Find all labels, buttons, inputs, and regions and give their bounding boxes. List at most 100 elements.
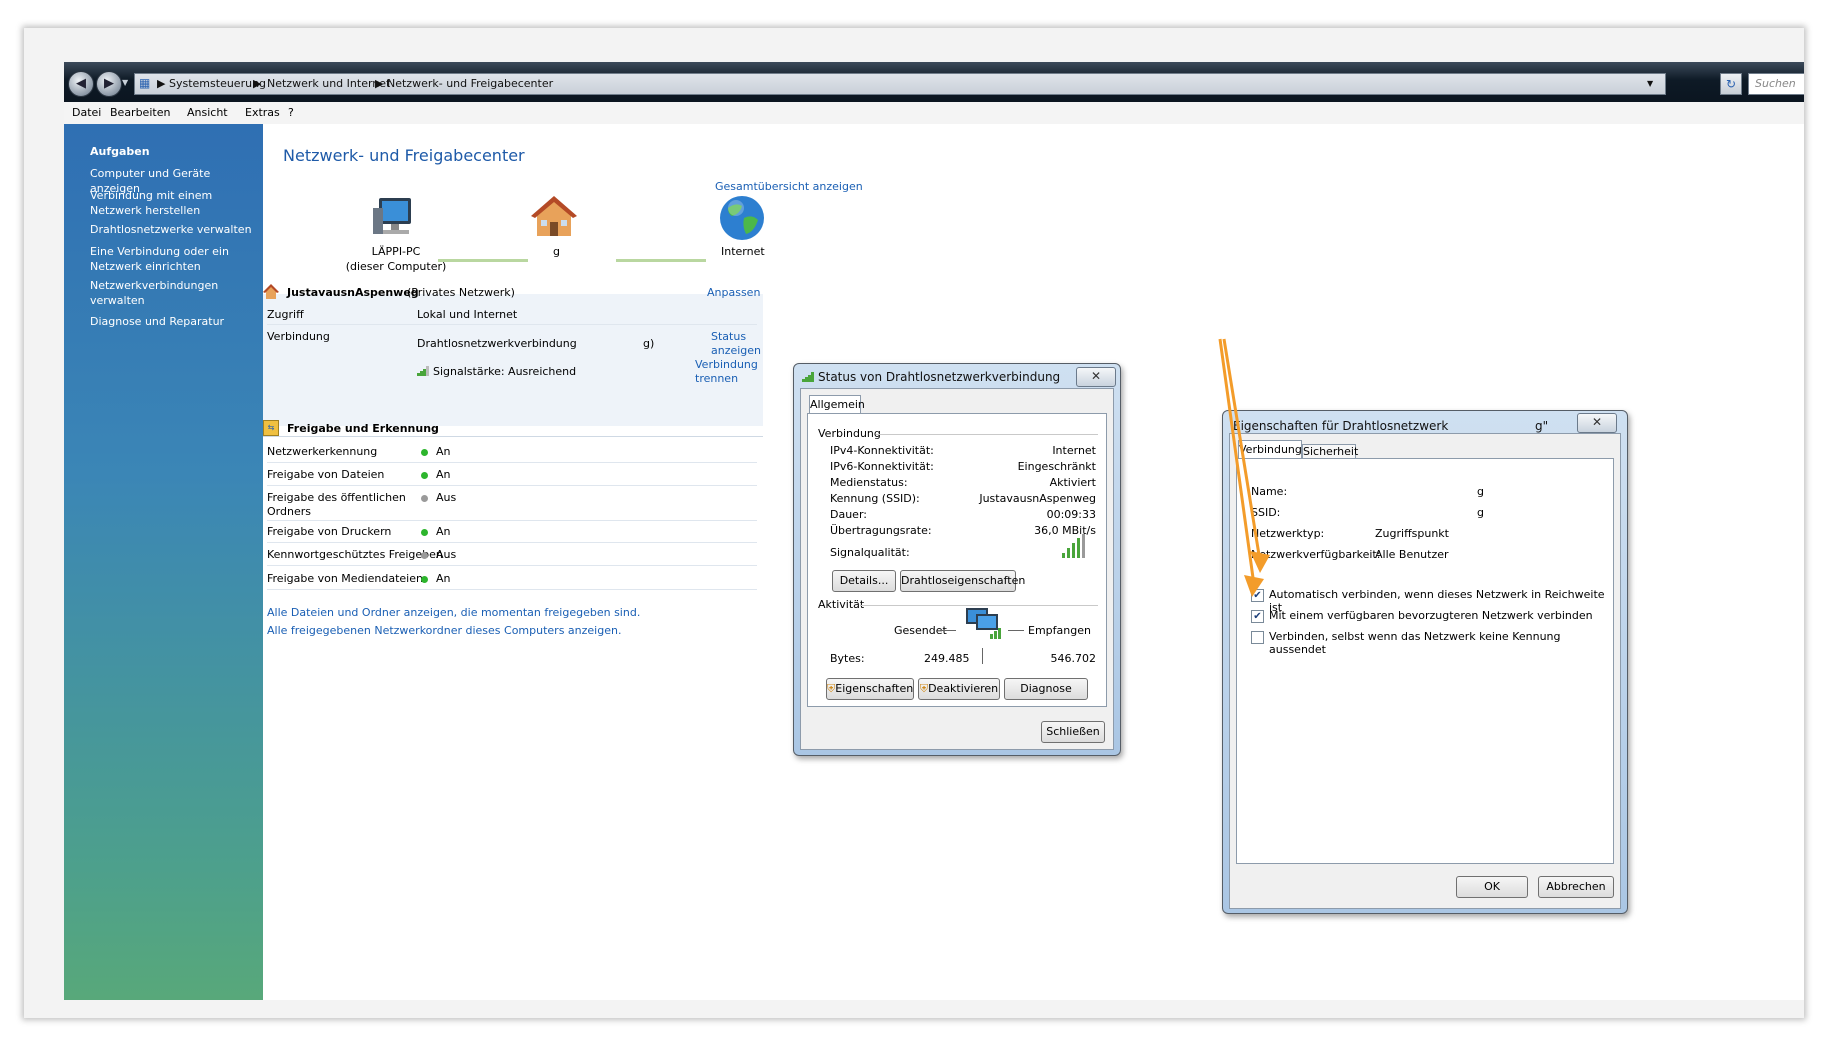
signal-strength: Signalstärke: Ausreichend (433, 365, 577, 378)
tab-panel: Name: g SSID: g Netzwerktyp: Zugriffspun… (1236, 458, 1614, 864)
field-label: IPv4-Konnektivität: (830, 444, 934, 457)
shared-files-link[interactable]: Alle Dateien und Ordner anzeigen, die mo… (267, 606, 640, 619)
breadcrumb-separator: ▶ (375, 77, 384, 90)
menu-edit[interactable]: Bearbeiten (110, 106, 170, 119)
menu-view[interactable]: Ansicht (187, 106, 228, 119)
status-on-icon (421, 575, 428, 583)
field-value: 00:09:33 (1046, 508, 1096, 521)
diagnose-button[interactable]: Diagnose (1004, 678, 1088, 700)
link-line (616, 259, 706, 262)
disconnect-link[interactable]: Verbindung trennen (695, 358, 758, 386)
refresh-button[interactable]: ↻ (1720, 73, 1742, 95)
sharing-row-status[interactable]: An (421, 468, 451, 481)
shield-icon: ⛨ (827, 682, 836, 695)
hidden-network-checkbox[interactable] (1251, 631, 1264, 644)
arrow-line (1222, 338, 1262, 562)
sharing-row-label: Freigabe von Dateien (267, 468, 385, 481)
dialog-title: Status von Drahtlosnetzwerkverbindung (818, 370, 1061, 384)
sidebar-item-connect[interactable]: Verbindung mit einem Netzwerk herstellen (90, 188, 220, 218)
field-label: Netzwerkverfügbarkeit: (1251, 548, 1381, 561)
shield-icon: ⛨ (919, 682, 929, 695)
address-dropdown-icon[interactable]: ▼ (1647, 79, 1653, 88)
wireless-properties-button[interactable]: Drahtloseigenschaften (900, 570, 1025, 592)
arrow-line (1218, 338, 1256, 586)
annotation-arrows (1218, 338, 1270, 597)
breadcrumb-network-center[interactable]: Netzwerk- und Freigabecenter (387, 77, 553, 90)
search-input[interactable]: Suchen (1748, 73, 1804, 95)
wireless-properties-dialog: Eigenschaften für Drahtlosnetzwerk g" ✕ … (1222, 410, 1628, 914)
sharing-row-status[interactable]: An (421, 525, 451, 538)
status-off-icon (421, 494, 428, 502)
field-label: Übertragungsrate: (830, 524, 932, 537)
connection-group-label: Verbindung (818, 427, 881, 440)
sharing-row-status[interactable]: Aus (421, 548, 456, 561)
menu-file[interactable]: Datei (72, 106, 101, 119)
forward-button[interactable]: ▶ (96, 71, 122, 97)
history-dropdown-icon[interactable]: ▼ (122, 78, 128, 87)
sent-label: Gesendet (894, 624, 947, 637)
access-value: Lokal und Internet (417, 308, 518, 321)
status-on-icon (421, 448, 428, 456)
properties-button[interactable]: ⛨Eigenschaften (826, 678, 914, 700)
sidebar-heading: Aufgaben (90, 145, 150, 158)
sidebar-item-setup[interactable]: Eine Verbindung oder ein Netzwerk einric… (90, 244, 240, 274)
sharing-row-label: Netzwerkerkennung (267, 445, 378, 458)
back-button[interactable]: ◀ (68, 71, 94, 97)
task-sidebar: Aufgaben Computer und Geräte anzeigen Ve… (64, 124, 263, 1000)
sidebar-item-wireless[interactable]: Drahtlosnetzwerke verwalten (90, 222, 258, 237)
field-value: Alle Benutzer (1375, 548, 1449, 561)
tab-panel: Verbindung IPv4-Konnektivität: Internet … (807, 413, 1107, 707)
deactivate-button[interactable]: ⛨Deaktivieren (918, 678, 1000, 700)
ok-button[interactable]: OK (1456, 876, 1528, 898)
activity-group-label: Aktivität (818, 598, 865, 611)
field-value: JustavausnAspenweg (979, 492, 1096, 505)
network-house-icon (263, 284, 279, 299)
arrow-head (1244, 575, 1264, 597)
signal-quality-label: Signalqualität: (830, 546, 910, 559)
received-label: Empfangen (1028, 624, 1091, 637)
close-dialog-button[interactable]: Schließen (1041, 721, 1105, 743)
sharing-row-status[interactable]: Aus (421, 491, 456, 504)
bytes-received: 546.702 (1050, 652, 1097, 665)
sharing-row-status[interactable]: An (421, 445, 451, 458)
status-link[interactable]: Status anzeigen (711, 330, 761, 358)
control-panel-icon: ▦ (139, 76, 151, 90)
sharing-row-status[interactable]: An (421, 572, 451, 585)
connection-label: Verbindung (267, 330, 330, 343)
tab-general[interactable]: Allgemein (809, 395, 865, 414)
status-dialog: Status von Drahtlosnetzwerkverbindung ✕ … (793, 363, 1121, 756)
globe-icon[interactable] (718, 194, 766, 242)
sharing-row-label: Freigabe von Mediendateien (267, 572, 423, 585)
network-label: g (553, 245, 560, 258)
sidebar-item-connections[interactable]: Netzwerkverbindungen verwalten (90, 278, 230, 308)
sharing-title: Freigabe und Erkennung (287, 422, 439, 435)
breadcrumb-separator: ▶ (253, 77, 262, 90)
shared-folders-link[interactable]: Alle freigegebenen Netzwerkordner dieses… (267, 624, 621, 637)
cancel-button[interactable]: Abbrechen (1538, 876, 1614, 898)
address-field[interactable]: ▦ ▶ Systemsteuerung ▶ Netzwerk und Inter… (134, 73, 1666, 95)
sharing-icon: ⇆ (263, 420, 279, 436)
network-name: JustavausnAspenweg (287, 286, 419, 299)
breadcrumb-network-internet[interactable]: Netzwerk und Internet (267, 77, 390, 90)
tab-security[interactable]: Sicherheit (1302, 444, 1358, 459)
search-placeholder: Suchen (1755, 77, 1796, 90)
field-value: Eingeschränkt (1017, 460, 1096, 473)
field-label: Dauer: (830, 508, 867, 521)
computer-icon[interactable] (371, 196, 419, 240)
field-label: Medienstatus: (830, 476, 908, 489)
status-on-icon (421, 471, 428, 479)
house-icon[interactable] (531, 194, 577, 240)
overview-link[interactable]: Gesamtübersicht anzeigen (715, 180, 863, 193)
details-button[interactable]: Details... (832, 570, 896, 592)
menu-extras[interactable]: Extras (245, 106, 280, 119)
breadcrumb-control-panel[interactable]: Systemsteuerung (169, 77, 266, 90)
sharing-row-label: Freigabe des öffentlichen Ordners (267, 491, 406, 518)
menu-help[interactable]: ? (288, 106, 294, 119)
computer-subtitle: (dieser Computer) (345, 260, 447, 273)
close-button[interactable]: ✕ (1577, 413, 1617, 433)
sidebar-item-diagnose[interactable]: Diagnose und Reparatur (90, 314, 258, 329)
close-button[interactable]: ✕ (1076, 367, 1116, 387)
bytes-label: Bytes: (830, 652, 865, 665)
customize-link[interactable]: Anpassen (707, 286, 760, 299)
connection-value: Drahtlosnetzwerkverbindung (417, 337, 577, 350)
